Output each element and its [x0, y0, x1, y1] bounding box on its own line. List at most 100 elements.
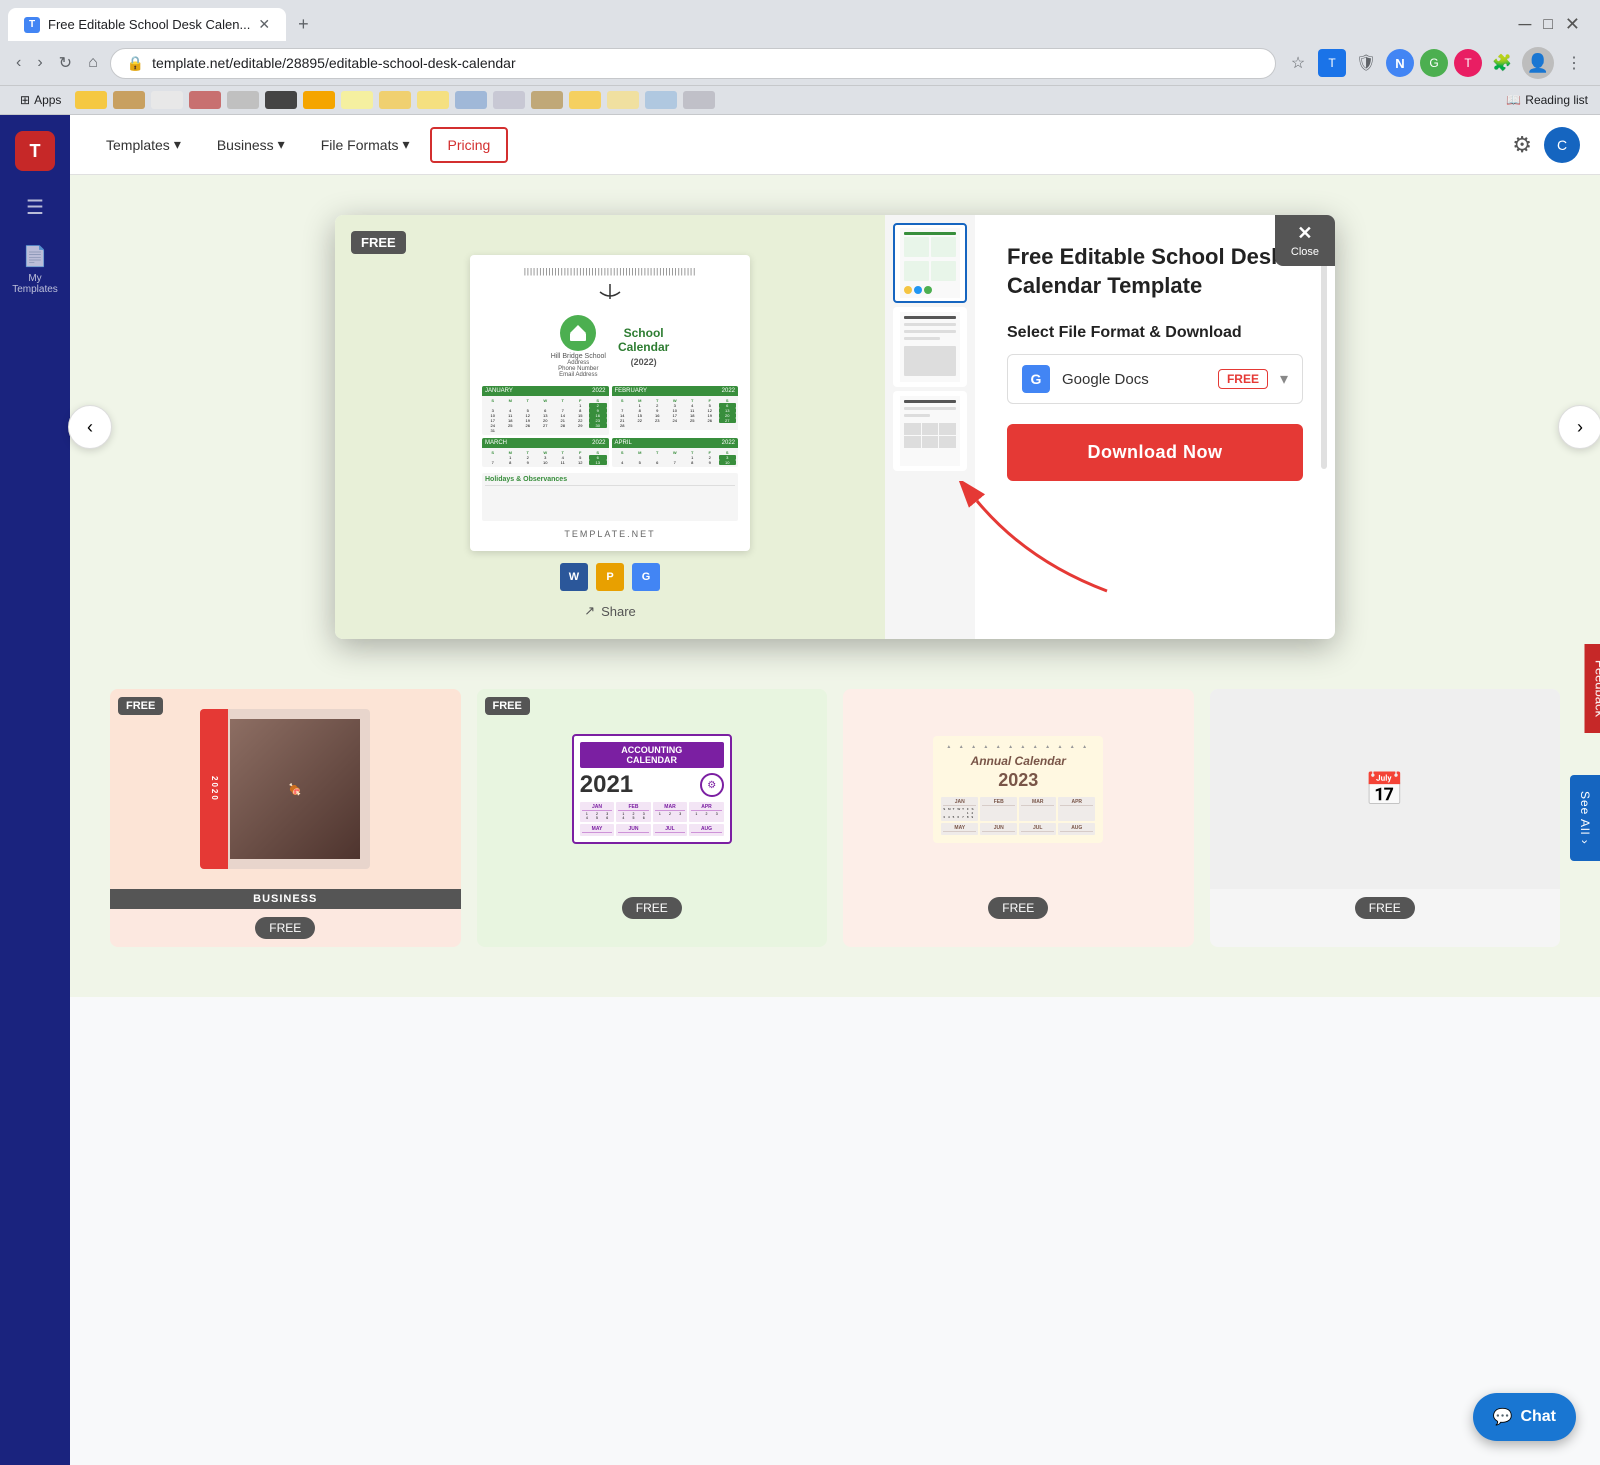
extensions-button[interactable]: 🧩: [1488, 49, 1516, 77]
bookmark-swatch-7[interactable]: [303, 91, 335, 109]
business-card-badge: FREE: [118, 697, 163, 715]
template-card-accounting[interactable]: FREE ACCOUNTINGCALENDAR 2021 ⚙ JAN123456…: [477, 689, 828, 947]
nav-templates-label: Templates: [106, 137, 170, 153]
bookmark-swatch-9[interactable]: [379, 91, 411, 109]
annual-free-badge: FREE: [988, 897, 1048, 919]
back-button[interactable]: ‹: [12, 50, 25, 76]
format-selector-name: Google Docs: [1062, 371, 1206, 388]
nav-item-file-formats[interactable]: File Formats ▾: [305, 128, 426, 161]
bookmark-swatch-6[interactable]: [265, 91, 297, 109]
bookmark-swatch-8[interactable]: [341, 91, 373, 109]
card4-placeholder-icon: 📅: [1365, 770, 1405, 808]
arrow-annotation: [1007, 481, 1303, 601]
free-badge: FREE: [351, 231, 406, 254]
address-bar[interactable]: 🔒 template.net/editable/28895/editable-s…: [110, 48, 1276, 79]
format-selector[interactable]: G Google Docs FREE ▾: [1007, 354, 1303, 404]
settings-icon[interactable]: ⚙: [1512, 132, 1532, 158]
template-watermark: TEMPLATE.NET: [482, 529, 738, 539]
tab-close-button[interactable]: ✕: [258, 16, 270, 33]
bookmark-swatch-5[interactable]: [227, 91, 259, 109]
nav-templates-arrow: ▾: [174, 136, 181, 153]
close-icon[interactable]: ✕: [1565, 14, 1580, 35]
apps-bookmark[interactable]: ⊞ Apps: [12, 90, 69, 110]
month-mar: MARCH2022 SMTWTFS 123456 78910111213: [482, 438, 609, 467]
thumbnail-2[interactable]: [893, 307, 967, 387]
bookmark-swatch-16[interactable]: [645, 91, 677, 109]
bookmark-swatch-3[interactable]: [151, 91, 183, 109]
lock-icon: 🔒: [127, 55, 144, 72]
school-logo: [560, 315, 596, 351]
accounting-card-bottom: FREE: [477, 889, 828, 927]
thumbnail-1[interactable]: [893, 223, 967, 303]
modal-next-button[interactable]: ›: [1558, 405, 1600, 449]
extension-icon-3[interactable]: N: [1386, 49, 1414, 77]
apps-label: Apps: [34, 93, 61, 107]
pages-format-icon[interactable]: P: [596, 563, 624, 591]
menu-icon: ☰: [26, 195, 44, 220]
google-docs-format-icon[interactable]: G: [632, 563, 660, 591]
user-avatar[interactable]: 👤: [1522, 47, 1554, 79]
sidebar-item-menu[interactable]: ☰: [6, 187, 64, 228]
share-button[interactable]: ↗ Share: [584, 603, 636, 619]
bookmark-swatch-12[interactable]: [493, 91, 525, 109]
forward-button[interactable]: ›: [33, 50, 46, 76]
sidebar-logo[interactable]: T: [15, 131, 55, 171]
calendar-top-decoration: [482, 284, 738, 309]
format-icons-row: W P G: [560, 563, 660, 591]
modal-background: ‹ ✕ Close FREE: [70, 175, 1600, 997]
word-format-icon[interactable]: W: [560, 563, 588, 591]
new-tab-button[interactable]: +: [290, 10, 317, 39]
modal-close-button[interactable]: ✕ Close: [1275, 215, 1335, 266]
more-menu-button[interactable]: ⋮: [1560, 49, 1588, 77]
bookmark-swatch-13[interactable]: [531, 91, 563, 109]
thumb-inner-2: [900, 312, 960, 382]
arrow-svg: [947, 481, 1147, 601]
bookmark-swatch-2[interactable]: [113, 91, 145, 109]
modal-prev-button[interactable]: ‹: [68, 405, 112, 449]
feedback-tab[interactable]: Feedback: [1585, 643, 1600, 732]
bookmark-swatch-11[interactable]: [455, 91, 487, 109]
nav-item-templates[interactable]: Templates ▾: [90, 128, 197, 161]
sidebar-item-my-templates[interactable]: 📄 MyTemplates: [6, 236, 64, 303]
template-card-4[interactable]: 📅 FREE: [1210, 689, 1561, 947]
top-navbar: Templates ▾ Business ▾ File Formats ▾ Pr…: [70, 115, 1600, 175]
month-feb: FEBRUARY2022 SMTWTFS 123456 78910111213: [612, 386, 739, 435]
my-templates-icon: 📄: [23, 244, 48, 269]
annual-card-image: ▲ ▲ ▲ ▲ ▲ ▲ ▲ ▲ ▲ ▲ ▲ ▲ Annual Calendar …: [933, 736, 1103, 843]
download-now-button[interactable]: Download Now: [1007, 424, 1303, 481]
bookmark-swatch-15[interactable]: [607, 91, 639, 109]
home-button[interactable]: ⌂: [84, 50, 102, 76]
accounting-free-badge: FREE: [622, 897, 682, 919]
bookmark-swatch-4[interactable]: [189, 91, 221, 109]
thumbnail-3[interactable]: [893, 391, 967, 471]
format-chevron-icon: ▾: [1280, 369, 1288, 389]
bookmark-swatch-14[interactable]: [569, 91, 601, 109]
nav-item-pricing[interactable]: Pricing: [430, 127, 509, 163]
spiral-decoration: ||||||||||||||||||||||||||||||||||||||||…: [482, 267, 738, 276]
sidebar: T ☰ 📄 MyTemplates: [0, 115, 70, 1465]
extension-icon-5[interactable]: T: [1454, 49, 1482, 77]
reading-list[interactable]: 📖 Reading list: [1506, 93, 1588, 107]
business-card-bottom: FREE: [110, 909, 461, 947]
chat-button[interactable]: 💬 Chat: [1473, 1393, 1576, 1441]
extension-icon-1[interactable]: T: [1318, 49, 1346, 77]
browser-tab[interactable]: T Free Editable School Desk Calen... ✕: [8, 8, 286, 41]
reload-button[interactable]: ↻: [55, 49, 76, 77]
bookmark-icon[interactable]: ☆: [1284, 49, 1312, 77]
extension-icon-4[interactable]: G: [1420, 49, 1448, 77]
share-icon: ↗: [584, 603, 595, 619]
nav-item-business[interactable]: Business ▾: [201, 128, 301, 161]
extension-icon-2[interactable]: 🛡: [1352, 49, 1380, 77]
minimize-icon[interactable]: ─: [1518, 14, 1531, 35]
bookmark-swatch-10[interactable]: [417, 91, 449, 109]
school-name: Hill Bridge School: [551, 353, 606, 360]
see-all-button[interactable]: See All ›: [1570, 775, 1600, 861]
user-avatar-nav[interactable]: C: [1544, 127, 1580, 163]
card4-image: 📅: [1210, 689, 1561, 889]
bookmark-swatch-1[interactable]: [75, 91, 107, 109]
template-card-business[interactable]: FREE 🍖 2020 BUSINESS: [110, 689, 461, 947]
close-label: Close: [1291, 246, 1319, 258]
maximize-icon[interactable]: □: [1543, 16, 1553, 34]
bookmark-swatch-17[interactable]: [683, 91, 715, 109]
template-card-annual[interactable]: ▲ ▲ ▲ ▲ ▲ ▲ ▲ ▲ ▲ ▲ ▲ ▲ Annual Calendar …: [843, 689, 1194, 947]
